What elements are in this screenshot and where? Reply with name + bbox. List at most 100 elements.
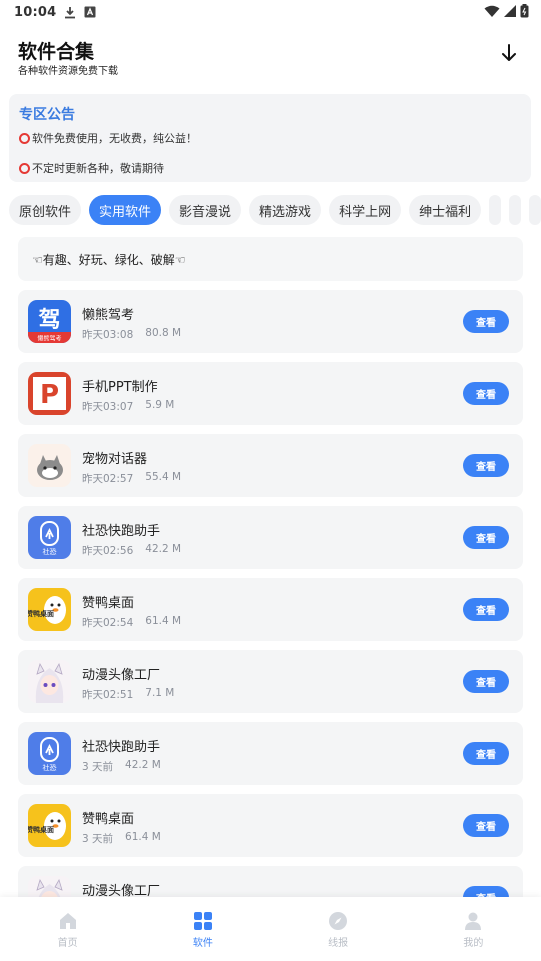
download-status-icon [65, 6, 76, 18]
view-button[interactable]: 查看 [463, 454, 509, 477]
pet-cat-icon [28, 444, 71, 487]
app-meta: 昨天03:07 5.9 M [82, 399, 174, 414]
user-icon [465, 912, 482, 930]
notice-card: 专区公告 软件免费使用，无收费，纯公益！ 不定时更新各种，敬请期待 [9, 94, 531, 182]
social-run-icon: 社恐 [28, 516, 71, 559]
list-item[interactable]: 社恐 社恐快跑助手 3 天前 42.2 M 查看 [18, 722, 523, 785]
icon-text: 社恐 [43, 763, 57, 772]
tab-games[interactable]: 精选游戏 [249, 195, 322, 225]
icon-subtext: 懒熊驾考 [37, 335, 61, 343]
tagline: ☜有趣、好玩、绿化、破解☜ [18, 237, 523, 281]
notification-a-icon [84, 6, 96, 18]
tab-original[interactable]: 原创软件 [9, 195, 82, 225]
tab-empty[interactable] [489, 195, 502, 225]
app-size: 55.4 M [145, 471, 182, 483]
tab-empty[interactable] [529, 195, 541, 225]
app-time: 3 天前 [82, 833, 114, 845]
list-item[interactable]: 赞鸭桌面 赞鸭桌面 昨天02:54 61.4 M 查看 [18, 578, 523, 641]
download-icon[interactable] [499, 42, 519, 64]
app-time: 昨天03:08 [82, 329, 134, 341]
tab-empty[interactable] [509, 195, 522, 225]
app-size: 61.4 M [125, 831, 161, 843]
bottom-nav: 首页 软件 线报 我的 [0, 897, 541, 961]
social-run-icon: 社恐 [28, 732, 71, 775]
app-meta: 3 天前 61.4 M [82, 831, 161, 846]
icon-text: P [40, 380, 59, 410]
icon-text: 驾 [38, 307, 60, 333]
view-button[interactable]: 查看 [463, 382, 509, 405]
app-name: 懒熊驾考 [82, 308, 135, 323]
notice-line: 不定时更新各种，敬请期待 [19, 160, 521, 176]
nav-deals[interactable]: 线报 [271, 897, 406, 961]
list-item[interactable]: P 手机PPT制作 昨天03:07 5.9 M 查看 [18, 362, 523, 425]
app-time: 昨天02:57 [82, 473, 134, 485]
nav-label: 我的 [463, 938, 484, 949]
app-meta: 昨天02:51 7.1 M [82, 687, 174, 702]
nav-label: 首页 [57, 938, 78, 949]
app-name: 动漫头像工厂 [82, 668, 161, 683]
notice-text: 不定时更新各种，敬请期待 [32, 162, 164, 175]
app-meta: 昨天03:08 80.8 M [82, 327, 181, 342]
status-time: 10:04 [14, 4, 57, 20]
app-name: 社恐快跑助手 [82, 524, 161, 539]
notice-text: 软件免费使用，无收费，纯公益！ [32, 132, 197, 145]
compass-icon [329, 912, 348, 930]
app-meta: 昨天02:56 42.2 M [82, 543, 181, 558]
app-meta: 昨天02:54 61.4 M [82, 615, 181, 630]
nav-home[interactable]: 首页 [0, 897, 135, 961]
app-time: 昨天03:07 [82, 401, 134, 413]
view-button[interactable]: 查看 [463, 526, 509, 549]
tab-vpn[interactable]: 科学上网 [329, 195, 402, 225]
app-size: 7.1 M [145, 687, 175, 699]
app-name: 宠物对话器 [82, 452, 148, 467]
list-item[interactable]: 社恐 社恐快跑助手 昨天02:56 42.2 M 查看 [18, 506, 523, 569]
anime-avatar-icon [28, 660, 71, 703]
app-size: 42.2 M [145, 543, 182, 555]
notice-title: 专区公告 [19, 107, 75, 123]
list-item[interactable]: 驾 懒熊驾考 懒熊驾考 昨天03:08 80.8 M 查看 [18, 290, 523, 353]
category-tabs: 原创软件 实用软件 影音漫说 精选游戏 科学上网 绅士福利 [9, 195, 541, 225]
list-item[interactable]: 宠物对话器 昨天02:57 55.4 M 查看 [18, 434, 523, 497]
nav-profile[interactable]: 我的 [406, 897, 541, 961]
list-item[interactable]: 赞鸭桌面 赞鸭桌面 3 天前 61.4 M 查看 [18, 794, 523, 857]
page-subtitle: 各种软件资源免费下载 [18, 66, 118, 77]
page-title: 软件合集 [18, 41, 95, 63]
view-button[interactable]: 查看 [463, 814, 509, 837]
list-item[interactable]: 动漫头像工厂 昨天02:51 7.1 M 查看 [18, 650, 523, 713]
app-name: 赞鸭桌面 [82, 812, 135, 827]
signal-icon [504, 5, 516, 17]
icon-text: 社恐 [43, 547, 57, 556]
app-size: 42.2 M [125, 759, 161, 771]
notice-line: 软件免费使用，无收费，纯公益！ [19, 130, 521, 146]
app-time: 昨天02:54 [82, 617, 134, 629]
view-button[interactable]: 查看 [463, 310, 509, 333]
view-button[interactable]: 查看 [463, 742, 509, 765]
app-name: 手机PPT制作 [82, 380, 158, 395]
app-time: 昨天02:56 [82, 545, 134, 557]
app-size: 80.8 M [145, 327, 182, 339]
battery-icon [520, 4, 529, 18]
tab-welfare[interactable]: 绅士福利 [409, 195, 482, 225]
duck-desktop-icon: 赞鸭桌面 [28, 588, 71, 631]
tab-utility[interactable]: 实用软件 [89, 195, 162, 225]
app-name: 赞鸭桌面 [82, 596, 135, 611]
app-size: 5.9 M [145, 399, 175, 411]
icon-text: 赞鸭桌面 [28, 609, 54, 618]
red-circle-icon [19, 162, 30, 174]
bear-driving-icon: 驾 懒熊驾考 [28, 300, 71, 343]
app-name: 社恐快跑助手 [82, 740, 161, 755]
view-button[interactable]: 查看 [463, 670, 509, 693]
icon-text: 赞鸭桌面 [28, 825, 54, 834]
red-circle-icon [19, 132, 30, 144]
app-meta: 昨天02:57 55.4 M [82, 471, 181, 486]
nav-label: 线报 [328, 938, 349, 949]
nav-software[interactable]: 软件 [135, 897, 270, 961]
nav-label: 软件 [192, 938, 213, 949]
app-meta: 3 天前 42.2 M [82, 759, 161, 774]
status-bar: 10:04 [0, 0, 541, 24]
wifi-icon [484, 5, 500, 17]
tab-media[interactable]: 影音漫说 [169, 195, 242, 225]
page-header: 软件合集 各种软件资源免费下载 [0, 24, 541, 88]
view-button[interactable]: 查看 [463, 598, 509, 621]
home-icon [59, 913, 76, 929]
